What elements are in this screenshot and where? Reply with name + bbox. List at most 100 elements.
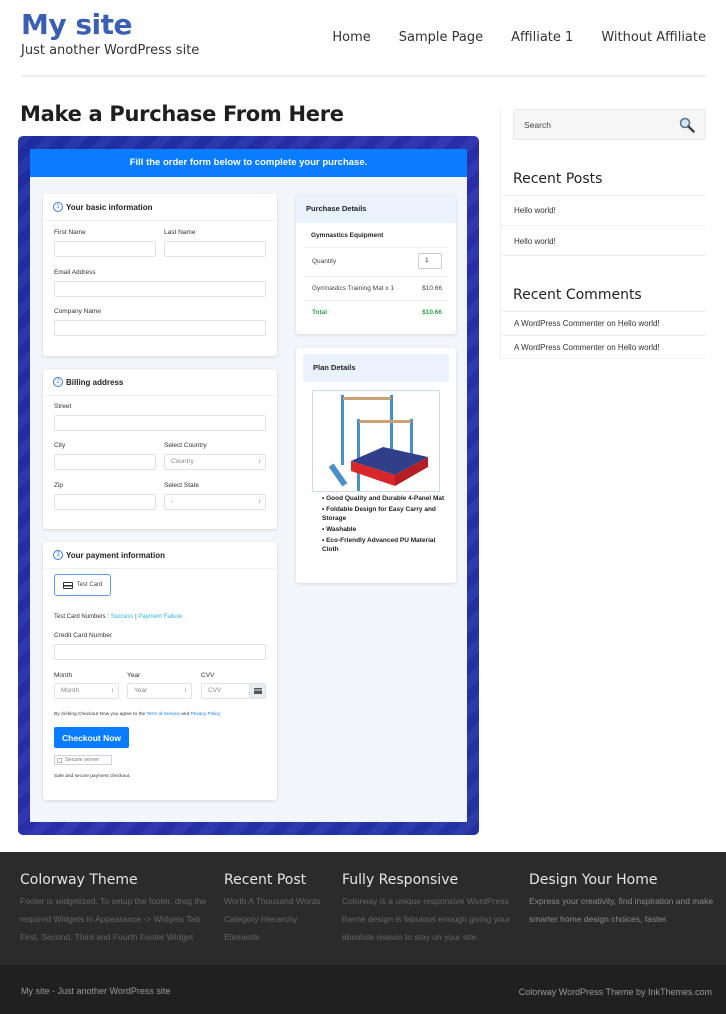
email-input[interactable] xyxy=(54,281,266,297)
step-number-icon: 1 xyxy=(53,202,63,212)
comment-author-link[interactable]: A WordPress Commenter xyxy=(514,343,605,352)
footer-column-colorway: Colorway Theme Footer is widgetized. To … xyxy=(20,872,220,946)
card-back-icon xyxy=(249,684,265,698)
recent-post-link[interactable]: Hello world! xyxy=(501,195,706,225)
plan-feature: • Good Quality and Durable 4-Panel Mat xyxy=(322,495,445,502)
footer-bottom-bar: My site - Just another WordPress site Co… xyxy=(0,965,726,1014)
company-label: Company Name xyxy=(54,308,101,315)
search-placeholder: Search xyxy=(524,120,551,130)
secure-server-label: Secure server xyxy=(65,757,100,763)
search-icon[interactable] xyxy=(679,117,695,133)
secure-server-badge: Secure server xyxy=(54,755,112,765)
billing-card: 2 Billing address Street City Select Cou… xyxy=(43,369,277,529)
footer-post-link[interactable]: Elements xyxy=(224,928,334,946)
cvv-field[interactable]: CVV xyxy=(201,683,266,699)
city-label: City xyxy=(54,442,66,449)
line-item-name: Gymnastics Training Mat x 1 xyxy=(312,285,394,292)
nav-item-without-affiliate[interactable]: Without Affiliate xyxy=(601,30,706,45)
plan-feature: • Foldable Design for Easy Carry and Sto… xyxy=(322,506,436,522)
billing-title: Billing address xyxy=(66,377,124,387)
recent-post-link[interactable]: Hello world! xyxy=(501,225,706,256)
nav-item-home[interactable]: Home xyxy=(332,30,370,45)
primary-nav: Home Sample Page Affiliate 1 Without Aff… xyxy=(304,30,706,45)
month-select[interactable]: Month xyxy=(54,683,119,699)
site-tagline: Just another WordPress site xyxy=(21,43,200,58)
payment-failure-link[interactable]: Payment Failure xyxy=(138,614,182,620)
basic-info-card: 1 Your basic information First Name Last… xyxy=(43,194,277,356)
purchase-details-card: Purchase Details Gymnastics Equipment Qu… xyxy=(296,195,456,334)
payment-header: 3 Your payment information xyxy=(43,542,277,569)
zip-label: Zip xyxy=(54,482,64,489)
card-number-input[interactable] xyxy=(54,644,266,660)
country-select[interactable]: Country xyxy=(164,454,266,470)
search-input[interactable]: Search xyxy=(513,109,706,140)
plan-details-title: Plan Details xyxy=(303,354,449,382)
quantity-row: Quantity 1 xyxy=(303,248,449,277)
basic-info-header: 1 Your basic information xyxy=(43,194,277,221)
country-label: Select Country xyxy=(164,442,207,449)
lock-icon xyxy=(57,757,62,763)
line-item-row: Gymnastics Training Mat x 1 $10.66 xyxy=(303,277,449,301)
plan-details-card: Plan Details • Good Quality and Durable … xyxy=(296,348,456,583)
state-select[interactable]: - xyxy=(164,494,266,510)
product-image xyxy=(312,390,440,492)
test-card-numbers: Test Card Numbers : Success | Payment Fa… xyxy=(54,614,182,620)
comment-post-link[interactable]: Hello world! xyxy=(618,319,660,328)
footer-text: Colorway is a unique responsive WordPres… xyxy=(342,896,511,942)
header-divider xyxy=(21,75,706,77)
zip-input[interactable] xyxy=(54,494,156,510)
safe-checkout-text: Safe and secure payment checkout. xyxy=(54,774,131,779)
privacy-link[interactable]: Privacy Policy xyxy=(190,712,220,717)
first-name-label: First Name xyxy=(54,229,86,236)
total-label: Total xyxy=(312,309,328,316)
footer-text: Express your creativity, find inspiratio… xyxy=(529,896,714,924)
plan-feature: • Washable xyxy=(322,526,357,533)
state-label: Select State xyxy=(164,482,200,489)
terms-link[interactable]: Term of Service xyxy=(146,712,179,717)
comment-author-link[interactable]: A WordPress Commenter xyxy=(514,319,605,328)
recent-comment: A WordPress Commenter on Hello world! xyxy=(501,335,706,359)
plan-feature: • Eco-Friendly Advanced PU Material Clot… xyxy=(322,537,436,553)
order-form-frame: Fill the order form below to complete yo… xyxy=(18,136,479,835)
street-input[interactable] xyxy=(54,415,266,431)
success-link[interactable]: Success xyxy=(111,614,134,620)
gymnastics-equipment-illustration xyxy=(328,395,428,491)
billing-header: 2 Billing address xyxy=(43,369,277,396)
card-number-label: Credit Card Number xyxy=(54,632,113,639)
checkout-now-button[interactable]: Checkout Now xyxy=(54,727,129,748)
footer-column-design-home: Design Your Home Express your creativity… xyxy=(529,872,724,928)
footer-column-title: Fully Responsive xyxy=(342,872,459,888)
footer-column-title: Colorway Theme xyxy=(20,872,138,888)
year-select[interactable]: Year xyxy=(127,683,192,699)
line-item-price: $10.66 xyxy=(422,285,442,292)
basic-info-title: Your basic information xyxy=(66,202,153,212)
on-text: on xyxy=(606,319,616,328)
credit-card-icon xyxy=(62,581,73,589)
year-label: Year xyxy=(127,672,141,679)
company-input[interactable] xyxy=(54,320,266,336)
link-separator: | xyxy=(135,614,137,620)
test-card-numbers-label: Test Card Numbers : xyxy=(54,614,110,620)
footer-text: Footer is widgetized. To setup the foote… xyxy=(20,896,207,942)
payment-card: 3 Your payment information Test Card Tes… xyxy=(43,542,277,800)
on-text: on xyxy=(606,343,616,352)
first-name-input[interactable] xyxy=(54,241,156,257)
nav-item-affiliate-1[interactable]: Affiliate 1 xyxy=(511,30,573,45)
theme-credit-link[interactable]: Colorway WordPress Theme by InkThemes.co… xyxy=(519,987,712,997)
footer-post-link[interactable]: Worth A Thousand Words xyxy=(224,892,334,910)
cvv-input[interactable]: CVV xyxy=(208,684,221,698)
last-name-input[interactable] xyxy=(164,241,266,257)
site-header: My site Just another WordPress site Home… xyxy=(0,0,726,80)
comment-post-link[interactable]: Hello world! xyxy=(618,343,660,352)
quantity-input[interactable]: 1 xyxy=(418,253,442,269)
city-input[interactable] xyxy=(54,454,156,470)
site-title-link[interactable]: My site xyxy=(21,8,133,41)
total-row: Total $10.66 xyxy=(303,301,449,323)
footer-post-link[interactable]: Category Hierarchy xyxy=(224,910,334,928)
last-name-label: Last Name xyxy=(164,229,196,236)
form-banner: Fill the order form below to complete yo… xyxy=(30,149,467,177)
payment-title: Your payment information xyxy=(66,550,165,560)
footer-column-recent-post: Recent Post Worth A Thousand Words Categ… xyxy=(224,872,334,946)
nav-item-sample-page[interactable]: Sample Page xyxy=(399,30,483,45)
test-card-method-button[interactable]: Test Card xyxy=(54,574,111,596)
